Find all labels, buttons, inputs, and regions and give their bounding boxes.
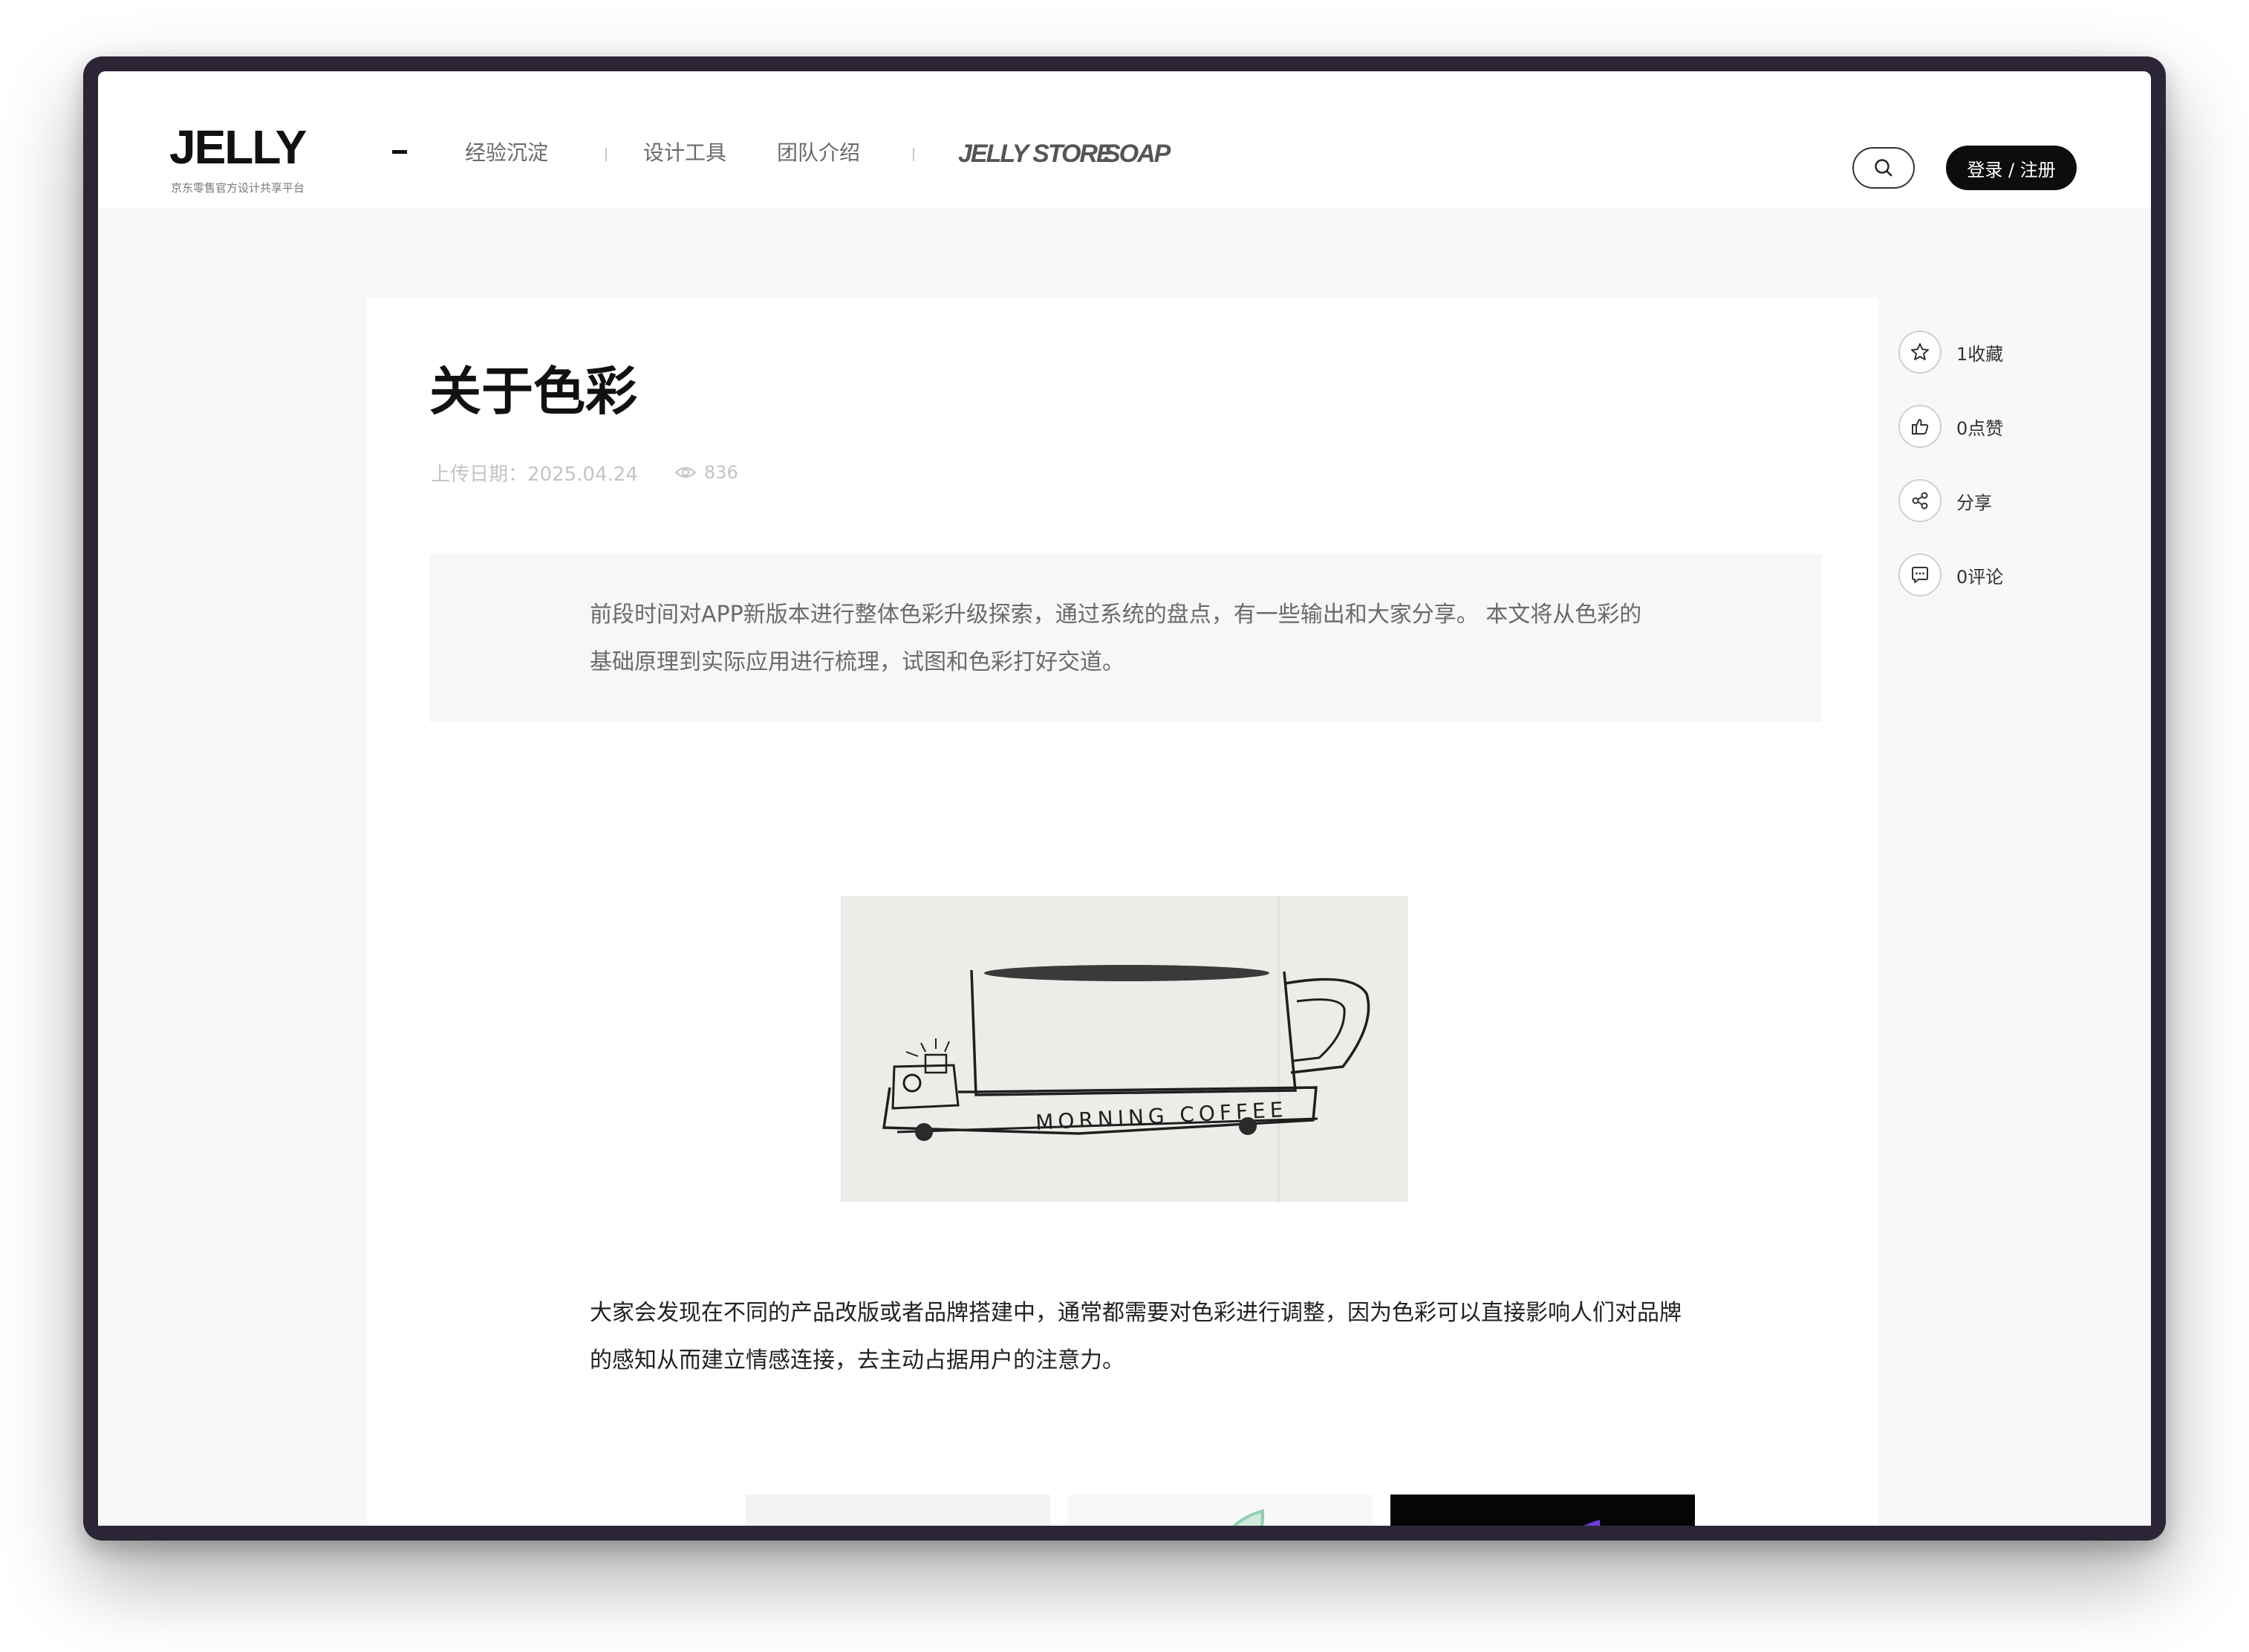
share-icon <box>1912 492 1928 510</box>
nav-brand-soap[interactable]: SOAP <box>1104 141 1171 166</box>
site-logo[interactable]: JELLY <box>169 123 307 171</box>
share-label: 分享 <box>1956 492 1992 513</box>
article-card: 关于色彩 上传日期：2025.04.24 836 前段时间对APP新版本进行整体… <box>367 297 1878 1526</box>
share-action[interactable]: 分享 <box>1898 478 1992 523</box>
like-action[interactable]: 0点赞 <box>1898 404 2003 449</box>
apple-neon-logo-image <box>1390 1495 1695 1526</box>
view-count: 836 <box>674 464 738 481</box>
article-paragraph: 大家会发现在不同的产品改版或者品牌搭建中，通常都需要对色彩进行调整，因为色彩可以… <box>590 1300 1682 1373</box>
nav-divider <box>605 148 607 161</box>
comment-action[interactable]: 0评论 <box>1898 553 2003 597</box>
favorite-count: 1收藏 <box>1956 343 2004 365</box>
upload-date: 上传日期：2025.04.24 <box>431 464 638 486</box>
comment-count: 0评论 <box>1956 566 2004 588</box>
favorite-action[interactable]: 1收藏 <box>1898 330 2003 374</box>
like-count: 0点赞 <box>1956 417 2004 439</box>
apple-grayscale-image <box>746 1495 1050 1526</box>
nav-brand-jelly-store[interactable]: JELLY STORE <box>958 141 1113 166</box>
logo-subtitle: 京东零售官方设计共享平台 <box>171 182 305 195</box>
window-frame: JELLY 京东零售官方设计共享平台 经验沉淀 设计工具 团队介绍 JELLY … <box>83 56 2166 1541</box>
view-count-value: 836 <box>704 462 738 483</box>
nav-divider <box>913 148 914 161</box>
nav-item-team[interactable]: 团队介绍 <box>777 143 860 163</box>
coffee-sketch-image: MORNING COFFEE <box>841 896 1408 1202</box>
login-register-button[interactable]: 登录 / 注册 <box>1946 146 2077 190</box>
nav-item-experience[interactable]: 经验沉淀 <box>465 143 548 163</box>
summary-text: 前段时间对APP新版本进行整体色彩升级探索，通过系统的盘点，有一些输出和大家分享… <box>590 602 1642 675</box>
apple-glass-logo-image <box>1068 1495 1373 1526</box>
article-title: 关于色彩 <box>429 361 637 422</box>
article-summary: 前段时间对APP新版本进行整体色彩升级探索，通过系统的盘点，有一些输出和大家分享… <box>429 554 1821 722</box>
site-header: JELLY 京东零售官方设计共享平台 经验沉淀 设计工具 团队介绍 JELLY … <box>98 71 2151 208</box>
nav-item-design-tools[interactable]: 设计工具 <box>643 143 726 163</box>
browser-viewport: JELLY 京东零售官方设计共享平台 经验沉淀 设计工具 团队介绍 JELLY … <box>98 71 2151 1526</box>
search-icon <box>1875 159 1892 177</box>
search-button[interactable] <box>1852 147 1915 189</box>
comment-icon <box>1912 567 1928 583</box>
thumbs-up-icon <box>1912 419 1929 435</box>
nav-active-indicator <box>392 150 407 154</box>
star-icon <box>1911 343 1929 360</box>
eye-icon <box>674 466 697 478</box>
